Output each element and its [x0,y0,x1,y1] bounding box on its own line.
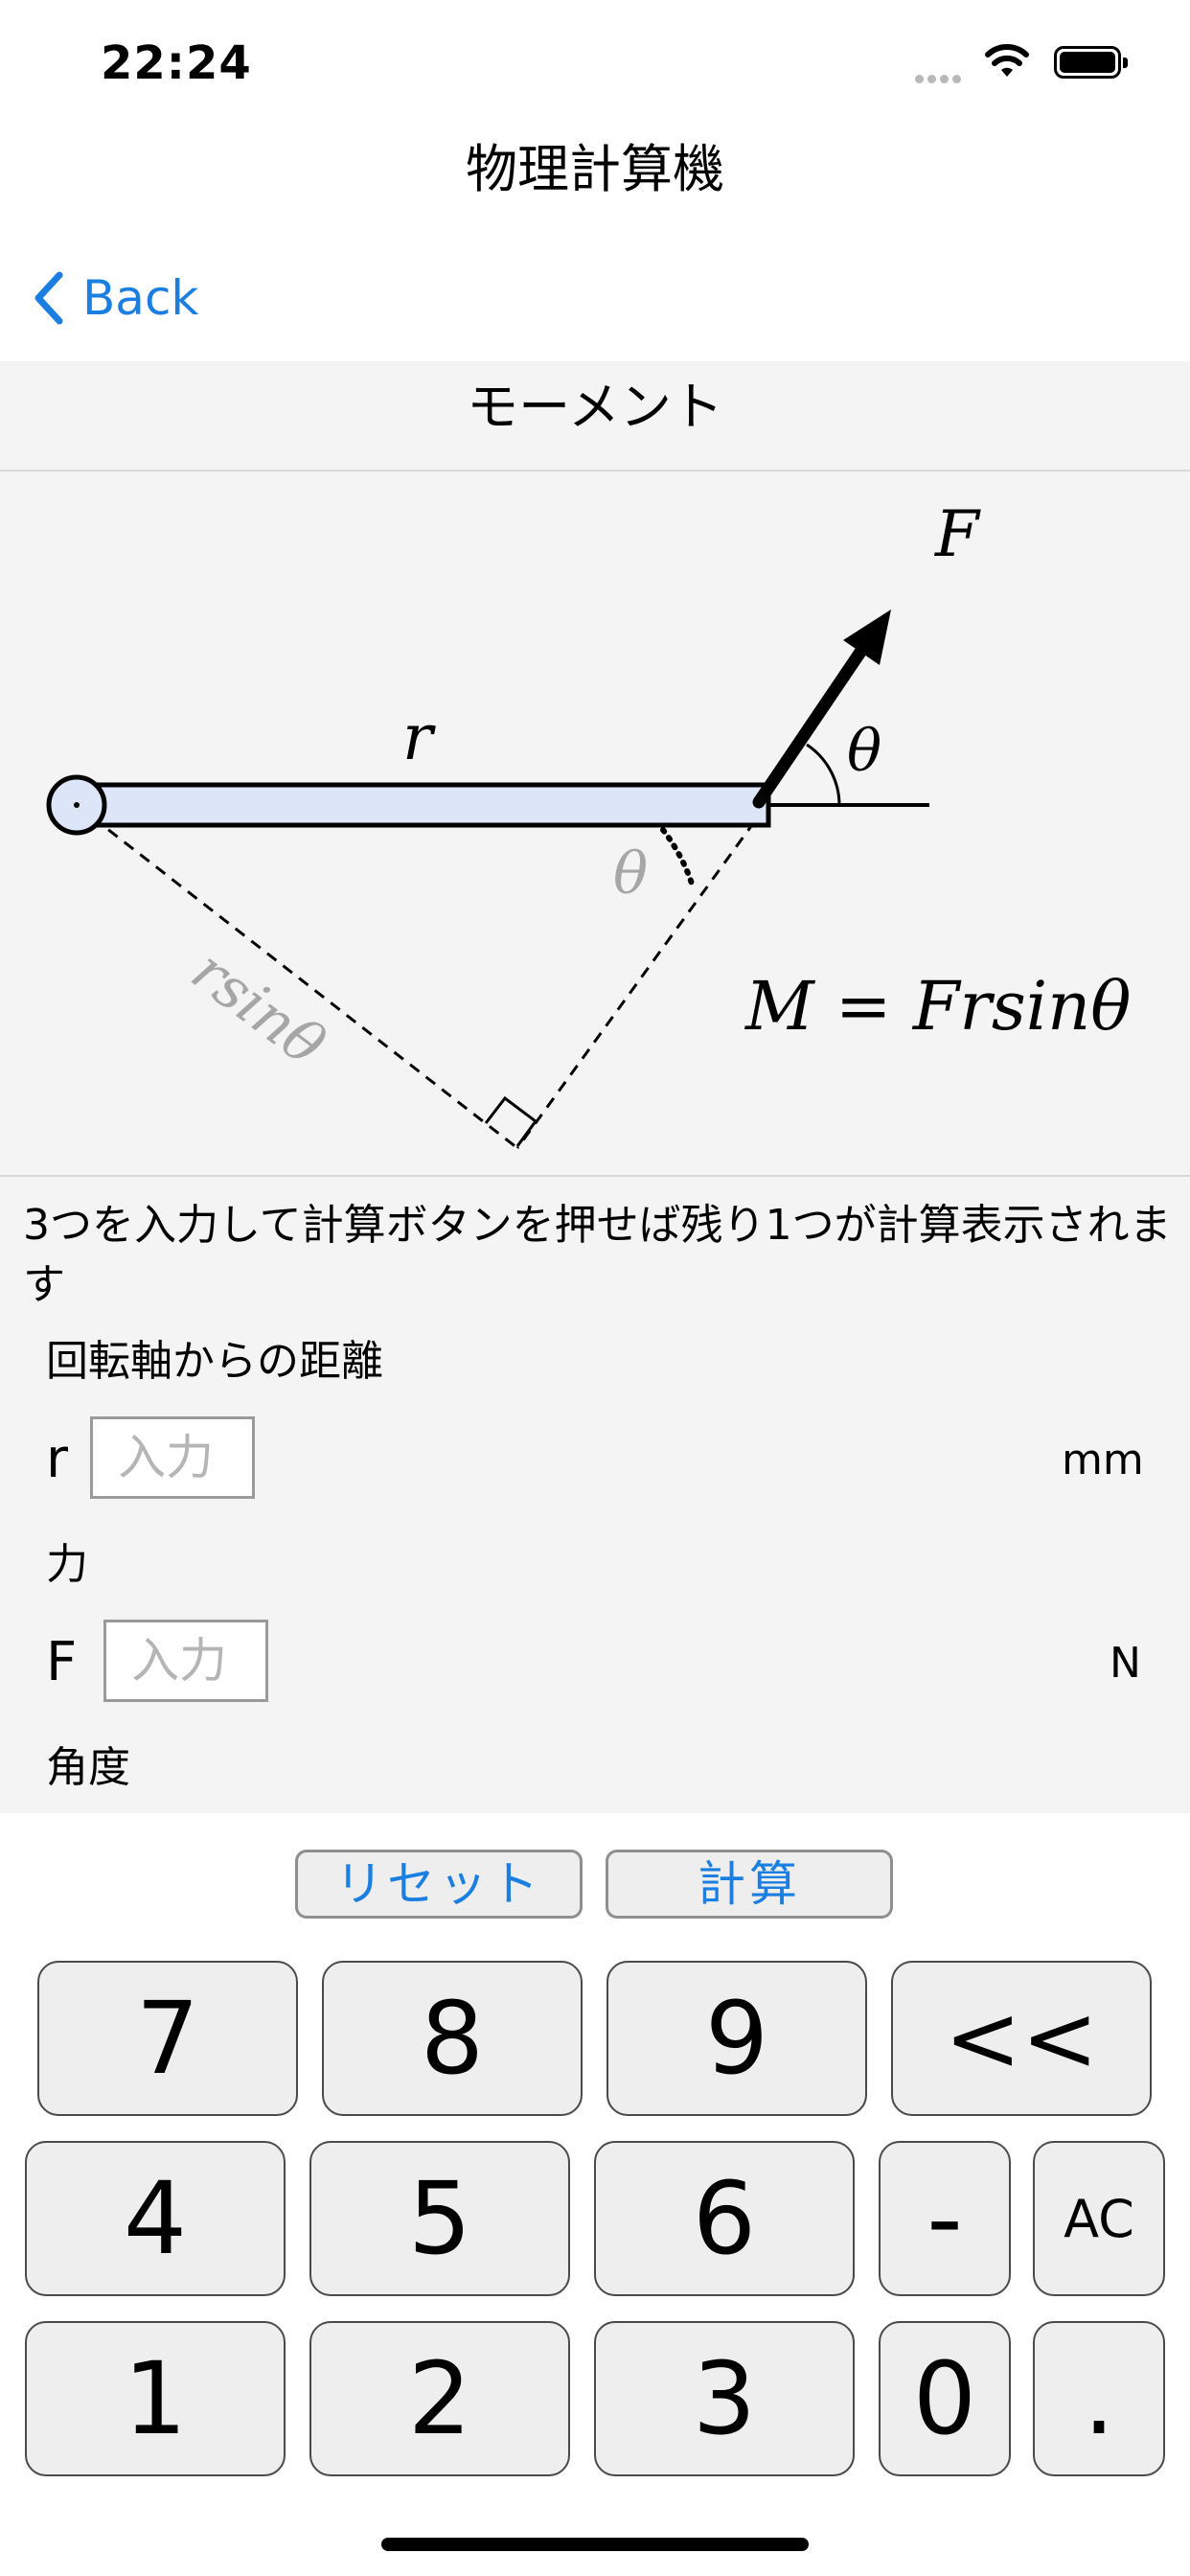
decimal-point-key[interactable]: . [1033,2321,1165,2476]
lever-arm-line [76,803,518,1150]
field-label-force: 力 [46,1540,88,1589]
battery-icon [1054,46,1128,79]
inner-theta-label: θ [613,840,648,908]
wifi-icon [983,42,1031,84]
key-2[interactable]: 2 [309,2321,570,2476]
home-indicator[interactable] [381,2538,809,2551]
all-clear-key[interactable]: AC [1033,2141,1165,2296]
field-label-distance: 回転軸からの距離 [46,1337,383,1386]
inner-angle-arc [660,827,695,886]
status-time: 22:24 [101,36,252,90]
key-0[interactable]: 0 [879,2321,1011,2476]
key-8[interactable]: 8 [322,1961,583,2116]
calculate-button[interactable]: 計算 [606,1850,893,1919]
force-input[interactable] [103,1620,268,1702]
lever-arm-label: rsinθ [179,937,337,1079]
force-label: F [934,497,981,571]
key-5[interactable]: 5 [309,2141,570,2296]
section-title: モーメント [467,377,723,437]
key-7[interactable]: 7 [37,1961,298,2116]
key-6[interactable]: 6 [594,2141,855,2296]
radius-label: r [402,701,436,774]
key-1[interactable]: 1 [25,2321,286,2476]
moment-diagram: F θ r θ rsinθ M = Frsinθ [46,497,1131,1150]
chevron-left-icon [34,271,63,325]
field-label-angle: 角度 [46,1743,130,1792]
back-label: Back [82,270,199,326]
formula-label: M = Frsinθ [744,967,1131,1046]
field-symbol-r: r [46,1428,69,1490]
right-angle-marker [484,1095,538,1147]
key-3[interactable]: 3 [594,2321,855,2476]
key-4[interactable]: 4 [25,2141,286,2296]
backspace-key[interactable]: << [891,1961,1152,2116]
distance-input[interactable] [90,1416,255,1499]
lever-bar [74,782,771,828]
divider [0,1175,1190,1177]
back-button[interactable]: Back [33,266,198,330]
key-9[interactable]: 9 [606,1961,867,2116]
field-symbol-f: F [46,1631,78,1693]
instruction-text: 3つを入力して計算ボタンを押せば残り1つが計算表示されます [23,1201,1172,1309]
angle-arc [806,743,841,806]
field-unit-n: N [1110,1639,1141,1688]
theta-label: θ [847,718,881,785]
field-unit-mm: mm [1062,1436,1144,1484]
minus-key[interactable]: - [879,2141,1011,2296]
cellular-signal-icon [915,69,965,87]
nav-title: 物理計算機 [466,139,724,199]
reset-button[interactable]: リセット [295,1850,583,1919]
